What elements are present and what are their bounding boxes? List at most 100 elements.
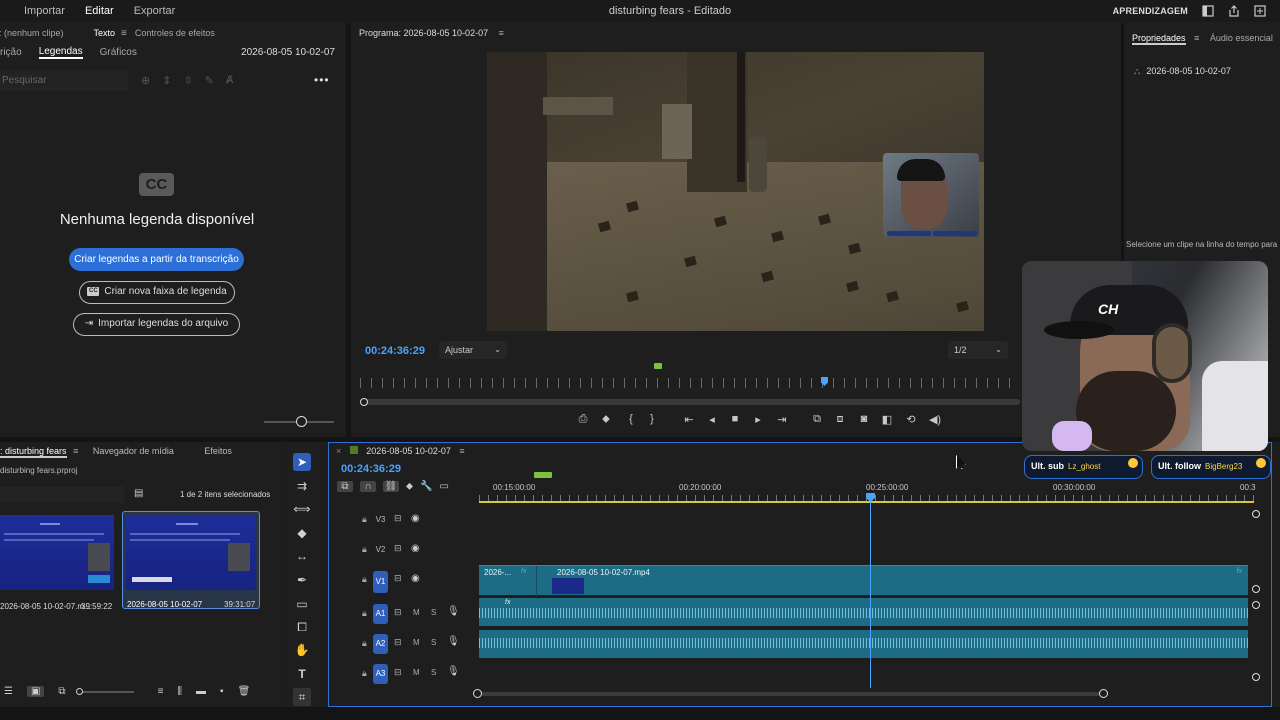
tab-effect-controls[interactable]: Controles de efeitos [135, 28, 215, 38]
lock-icon[interactable]: 🔒︎ [362, 574, 367, 585]
new-item-icon[interactable]: ▪ [220, 686, 224, 697]
icon-view-icon[interactable]: ▣ [26, 686, 45, 697]
tab-export[interactable]: Exportar [124, 5, 186, 17]
project-search-input[interactable] [0, 486, 124, 503]
step-back-icon[interactable]: ◂ [705, 413, 719, 426]
solo-button[interactable]: S [431, 608, 436, 617]
mark-out-icon[interactable]: } [645, 413, 659, 425]
razor-tool-icon[interactable]: ◆ [293, 524, 311, 542]
microphone-icon[interactable]: 🎙︎ [447, 606, 460, 617]
track-a2[interactable]: A2 [373, 634, 388, 654]
step-forward-icon[interactable]: ▸ [751, 413, 765, 426]
panel-menu-icon[interactable]: ≡ [73, 446, 78, 456]
split-caption-icon[interactable]: ⇕ [162, 74, 171, 87]
microphone-icon[interactable]: 🎙︎ [447, 666, 460, 677]
freeform-view-icon[interactable]: ⧉ [58, 686, 65, 697]
scroll-handle[interactable] [1252, 585, 1260, 593]
tab-edit[interactable]: Editar [75, 5, 124, 17]
solo-button[interactable]: S [431, 668, 436, 677]
selection-tool-icon[interactable]: ➤ [293, 453, 311, 471]
mark-in-icon[interactable]: { [624, 413, 638, 425]
extract-frame-icon[interactable]: ⎙ [576, 413, 590, 426]
text-style-icon[interactable]: Ⱥ [226, 74, 233, 87]
volume-icon[interactable]: ◀) [928, 413, 942, 426]
lift-icon[interactable]: ⧉ [810, 413, 824, 426]
subtab-graphics[interactable]: Gráficos [100, 47, 137, 58]
sync-icon[interactable]: ⊟ [394, 543, 402, 554]
new-caption-track-button[interactable]: CC Criar nova faixa de legenda [79, 281, 235, 304]
compare-icon[interactable]: ◧ [880, 413, 894, 426]
learning-button[interactable]: APRENDIZAGEM [1113, 6, 1188, 16]
eye-icon[interactable]: ◉ [411, 513, 420, 524]
trash-icon[interactable]: 🗑 [238, 686, 251, 697]
tab-media-browser[interactable]: Navegador de mídia [93, 446, 174, 456]
tab-text[interactable]: Texto [94, 28, 116, 38]
mute-button[interactable]: M [413, 668, 420, 677]
search-input[interactable]: Pesquisar [0, 71, 128, 91]
panel-menu-icon[interactable]: ≡ [459, 446, 464, 456]
scroll-handle[interactable] [1252, 673, 1260, 681]
remix-tool-icon[interactable]: ⧠ [293, 618, 311, 636]
project-thumbnail[interactable] [126, 515, 256, 590]
eye-icon[interactable]: ◉ [411, 573, 420, 584]
extract-icon[interactable]: ⧈ [833, 413, 847, 426]
add-caption-icon[interactable]: ⊕ [141, 74, 150, 87]
scroll-handle[interactable] [473, 689, 482, 698]
lock-icon[interactable]: 🔒︎ [362, 638, 367, 649]
pen-icon[interactable]: ✎ [205, 74, 214, 87]
ripple-edit-tool-icon[interactable]: ⟺ [293, 500, 311, 518]
track-v2[interactable]: V2 [373, 542, 388, 557]
program-ruler[interactable] [360, 378, 1020, 388]
go-to-in-icon[interactable]: ⇤ [682, 413, 696, 426]
program-timecode[interactable]: 00:24:36:29 [365, 345, 425, 357]
microphone-icon[interactable]: 🎙︎ [447, 636, 460, 647]
audio-clip[interactable]: fx [479, 598, 1248, 626]
camera-icon[interactable]: ◙ [857, 413, 871, 425]
track-v3[interactable]: V3 [373, 512, 388, 527]
sync-icon[interactable]: ⊟ [394, 573, 402, 584]
panel-menu-icon[interactable]: ≡ [121, 28, 127, 39]
track-a3[interactable]: A3 [373, 664, 388, 684]
zoom-slider-handle[interactable] [296, 416, 307, 427]
fit-dropdown[interactable]: Ajustar ⌄ [439, 341, 507, 359]
sync-icon[interactable]: ⊟ [394, 513, 402, 524]
list-view-icon[interactable]: ☰ [4, 686, 13, 697]
nest-icon[interactable]: ⧉ [337, 481, 353, 492]
tab-project[interactable]: : disturbing fears [0, 446, 67, 458]
more-options-icon[interactable]: ••• [314, 73, 330, 87]
scroll-handle[interactable] [1252, 601, 1260, 609]
sync-icon[interactable]: ⊟ [394, 637, 402, 648]
rectangle-tool-icon[interactable]: ▭ [293, 595, 311, 613]
new-bin-icon[interactable]: ▬ [196, 686, 206, 697]
merge-caption-icon[interactable]: ⇳ [183, 74, 192, 87]
import-captions-button[interactable]: ⇥ Importar legendas do arquivo [73, 313, 240, 336]
program-scrollbar[interactable] [360, 399, 1020, 405]
mute-button[interactable]: M [413, 608, 420, 617]
sort-icon[interactable]: ≡ [158, 686, 164, 697]
work-area-bar[interactable] [479, 501, 1254, 503]
add-marker-icon[interactable]: ⬥ [406, 481, 413, 492]
type-tool-icon[interactable]: T [293, 665, 311, 683]
scroll-handle[interactable] [1252, 510, 1260, 518]
panel-menu-icon[interactable]: ≡ [1194, 33, 1199, 43]
thumb-size-slider[interactable] [75, 687, 134, 695]
captions-toggle-icon[interactable]: ▭ [439, 481, 448, 492]
tab-effects[interactable]: Efeitos [204, 446, 232, 456]
tab-properties[interactable]: Propriedades [1132, 33, 1186, 45]
close-icon[interactable]: × [336, 446, 341, 456]
track-a1[interactable]: A1 [373, 604, 388, 624]
lock-icon[interactable]: 🔒︎ [362, 514, 367, 525]
snap-icon[interactable]: ∩ [360, 481, 376, 492]
workspace-icon[interactable] [1202, 5, 1214, 17]
loop-icon[interactable]: ⟲ [904, 413, 918, 426]
mute-button[interactable]: M [413, 638, 420, 647]
video-clip[interactable]: 2026-... 2026-08-05 10-02-07.mp4 fx fx [479, 565, 1248, 596]
tab-import[interactable]: Importar [14, 5, 75, 17]
lock-icon[interactable]: 🔒︎ [362, 668, 367, 679]
share-icon[interactable] [1228, 5, 1240, 17]
track-select-tool-icon[interactable]: ⇉ [293, 477, 311, 495]
resolution-dropdown[interactable]: 1/2 ⌄ [948, 341, 1008, 359]
subtab-captions[interactable]: Legendas [38, 46, 83, 59]
create-captions-button[interactable]: Criar legendas a partir da transcrição [69, 248, 244, 271]
timeline-playhead[interactable] [870, 493, 871, 688]
